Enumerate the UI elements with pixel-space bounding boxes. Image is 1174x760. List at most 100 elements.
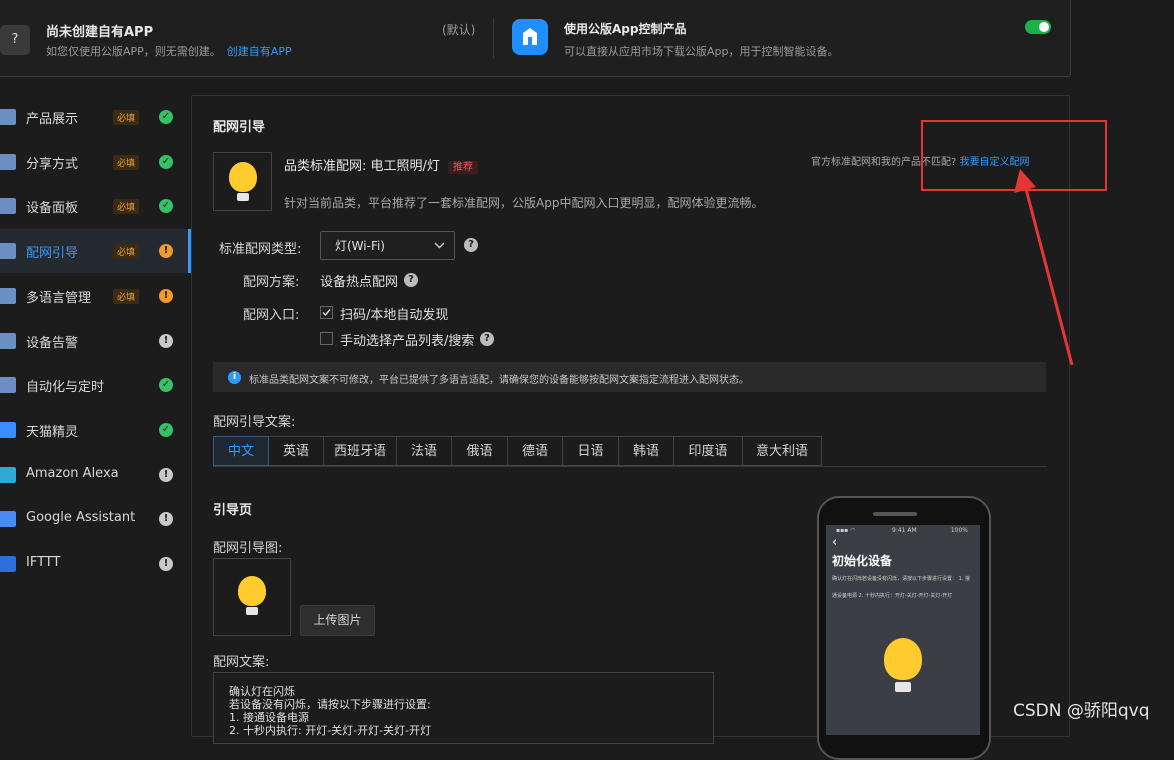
upload-image-button[interactable]: 上传图片: [300, 605, 375, 636]
bulb-icon: [884, 638, 922, 680]
bulb-icon: [238, 576, 266, 606]
text-label: 配网文案:: [213, 655, 270, 670]
phone-speaker: [873, 512, 917, 516]
required-badge: 必填: [113, 288, 140, 304]
notice-text: 标准品类配网文案不可修改，平台已提供了多语言适配，请确保您的设备能够按配网文案指…: [249, 375, 749, 386]
sidebar-item[interactable]: 分享方式 必填 ✓: [0, 140, 190, 184]
tab-language[interactable]: 中文: [213, 436, 269, 466]
entry-option-label: 手动选择产品列表/搜索: [340, 334, 475, 349]
public-app-title: 使用公版App控制产品: [564, 22, 687, 36]
image-label: 配网引导图:: [213, 541, 283, 556]
google-assistant-icon: [0, 511, 16, 528]
bulb-icon: [229, 162, 257, 192]
sidebar-item[interactable]: Google Assistant!: [0, 497, 190, 541]
tab-language[interactable]: 印度语: [674, 436, 743, 466]
check-icon: ✓: [159, 378, 173, 393]
alert-icon: !: [159, 512, 173, 527]
ifttt-icon: [0, 556, 16, 572]
sidebar-item-label: 自动化与定时: [26, 380, 105, 396]
sidebar-item[interactable]: 设备告警!: [0, 319, 190, 363]
category-title: 品类标准配网: 电工照明/灯 推荐: [284, 155, 479, 174]
check-icon: [322, 309, 331, 317]
sidebar-item[interactable]: 天猫精灵 ✓: [0, 408, 190, 452]
tab-language[interactable]: 俄语: [452, 436, 508, 466]
public-app-icon: [512, 19, 548, 55]
tab-language[interactable]: 西班牙语: [324, 436, 397, 466]
entry-option-label: 扫码/本地自动发现: [340, 308, 449, 323]
check-icon: ✓: [159, 154, 173, 169]
help-icon[interactable]: ?: [480, 332, 494, 346]
annotation-arrow-icon: [1014, 169, 1074, 366]
sidebar-item-label: IFTTT: [26, 555, 61, 570]
tab-language[interactable]: 英语: [269, 436, 324, 466]
panel-icon: [0, 198, 16, 215]
alert-icon: !: [159, 467, 173, 482]
sidebar-item-label: 分享方式: [26, 156, 79, 172]
network-icon: [0, 243, 16, 260]
app-status-title: 尚未创建自有APP: [46, 25, 154, 40]
guide-text-area[interactable]: 确认灯在闪烁 若设备没有闪烁，请按以下步骤进行设置: 1. 接通设备电源 2. …: [213, 672, 714, 744]
alarm-icon: [0, 332, 16, 349]
entry-checkbox-scan[interactable]: [320, 306, 333, 319]
app-status-desc: 如您仅使用公版APP，则无需创建。 创建自有APP: [46, 45, 292, 58]
bulb-base: [237, 193, 249, 201]
required-badge: 必填: [113, 199, 140, 215]
check-icon: ✓: [159, 110, 173, 124]
scheme-value: 设备热点配网: [320, 275, 399, 290]
guide-title: 引导页: [213, 503, 253, 518]
category-image: [213, 152, 272, 211]
sidebar-item[interactable]: 多语言管理 必填!: [0, 274, 190, 318]
tab-language[interactable]: 德语: [508, 436, 563, 466]
select-value: 灯(Wi-Fi): [335, 239, 385, 253]
text-line: 2. 十秒内执行: 开灯-关灯-开灯-关灯-开灯: [229, 724, 432, 737]
sidebar-item-label: 产品展示: [26, 112, 79, 127]
sidebar-item-label: 配网引导: [26, 246, 79, 262]
product-icon: [0, 109, 16, 125]
sidebar-item[interactable]: IFTTT!: [0, 542, 190, 586]
tab-language[interactable]: 韩语: [619, 436, 674, 466]
default-label: (默认): [442, 23, 476, 37]
sidebar-item-label: Google Assistant: [26, 510, 136, 526]
sidebar-item[interactable]: 产品展示 必填 ✓: [0, 95, 190, 139]
network-type-select[interactable]: 灯(Wi-Fi): [320, 231, 455, 260]
check-icon: ✓: [159, 199, 173, 214]
public-app-desc: 可以直接从应用市场下载公版App，用于控制智能设备。: [564, 45, 839, 58]
create-app-link[interactable]: 创建自有APP: [227, 45, 292, 58]
alert-icon: !: [159, 557, 173, 571]
notice-banner: i 标准品类配网文案不可修改，平台已提供了多语言适配，请确保您的设备能够按配网文…: [213, 362, 1046, 392]
watermark: CSDN @骄阳qvq: [1013, 701, 1150, 721]
help-icon[interactable]: ?: [464, 238, 478, 252]
bulb-base: [895, 682, 911, 692]
sidebar-item-label: 设备告警: [26, 335, 79, 351]
tab-language[interactable]: 意大利语: [743, 436, 822, 466]
sidebar-item[interactable]: Amazon Alexa!: [0, 453, 190, 497]
tab-language[interactable]: 日语: [563, 436, 619, 466]
alert-icon: !: [159, 333, 173, 348]
public-app-toggle[interactable]: [1025, 20, 1051, 34]
check-icon: ✓: [159, 422, 173, 437]
alert-icon: !: [159, 244, 173, 259]
phone-text: 确认灯在闪烁若设备没有闪烁，请按以下步骤进行设置： 1. 接: [832, 576, 970, 582]
type-label: 标准配网类型:: [219, 242, 302, 257]
sidebar-item[interactable]: 配网引导 必填!: [0, 229, 190, 274]
sidebar-item-label: 设备面板: [26, 201, 79, 217]
guide-image[interactable]: [213, 558, 291, 636]
tmall-genie-icon: [0, 421, 16, 438]
sidebar-item[interactable]: 自动化与定时 ✓: [0, 363, 190, 407]
language-icon: [0, 287, 16, 304]
tab-language[interactable]: 法语: [397, 436, 452, 466]
sidebar-item[interactable]: 设备面板 必填 ✓: [0, 184, 190, 228]
phone-title: 初始化设备: [832, 554, 893, 568]
phone-battery: 100%: [950, 527, 968, 534]
bulb-base: [246, 607, 258, 615]
signal-icon: ▪▪▪ ◠: [836, 527, 856, 534]
recommend-tag: 推荐: [448, 161, 479, 174]
sidebar-item-label: 天猫精灵: [26, 424, 79, 440]
sidebar-item-label: 多语言管理: [26, 290, 92, 306]
help-icon[interactable]: ?: [404, 273, 418, 287]
alexa-icon: [0, 466, 16, 483]
section-title: 配网引导: [213, 120, 266, 135]
entry-checkbox-manual[interactable]: [320, 332, 333, 345]
entry-label: 配网入口:: [243, 308, 300, 323]
chevron-down-icon: [434, 242, 445, 249]
